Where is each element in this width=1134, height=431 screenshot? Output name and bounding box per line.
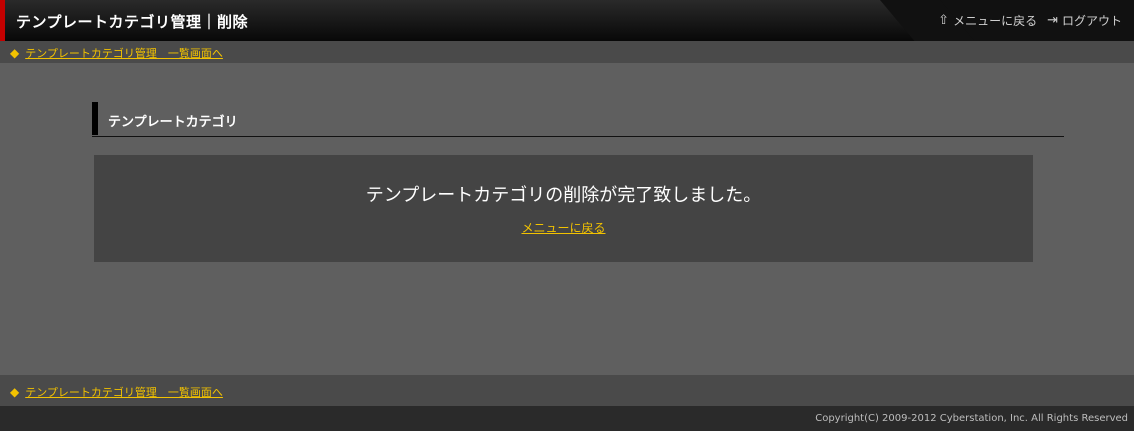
list-screen-link-bottom[interactable]: テンプレートカテゴリ管理 一覧画面へ: [25, 384, 223, 400]
section-heading: テンプレートカテゴリ: [92, 102, 1064, 137]
completion-message: テンプレートカテゴリの削除が完了致しました。: [365, 185, 762, 206]
section-heading-bar: [92, 102, 98, 135]
logout-label: ログアウト: [1061, 14, 1122, 28]
menu-return-link[interactable]: メニューに戻る: [521, 221, 605, 235]
page-title: テンプレートカテゴリ管理｜削除: [16, 13, 249, 31]
export-icon: ⇧: [938, 13, 950, 28]
breadcrumb-top: ◆ テンプレートカテゴリ管理 一覧画面へ: [0, 41, 1134, 63]
header-bar: テンプレートカテゴリ管理｜削除 ⇧ メニューに戻る ⇥ ログアウト: [0, 0, 1134, 41]
arrow-left-icon: ◆: [10, 385, 20, 399]
message-box: テンプレートカテゴリの削除が完了致しました。 メニューに戻る: [94, 155, 1033, 262]
back-link-container: メニューに戻る: [94, 219, 1033, 236]
breadcrumb-bottom: ◆ テンプレートカテゴリ管理 一覧画面へ: [0, 375, 1134, 406]
breadcrumb-bottom-item: ◆ テンプレートカテゴリ管理 一覧画面へ: [10, 384, 223, 400]
logout-icon: ⇥: [1047, 13, 1058, 28]
section-heading-label: テンプレートカテゴリ: [108, 115, 238, 130]
arrow-left-icon: ◆: [10, 46, 20, 60]
copyright-text: Copyright(C) 2009-2012 Cyberstation, Inc…: [815, 413, 1128, 424]
menu-back-link[interactable]: ⇧ メニューに戻る: [938, 12, 1037, 29]
list-screen-link-top[interactable]: テンプレートカテゴリ管理 一覧画面へ: [25, 45, 223, 61]
logout-link[interactable]: ⇥ ログアウト: [1047, 12, 1122, 29]
menu-back-label: メニューに戻る: [953, 14, 1038, 28]
breadcrumb-top-item: ◆ テンプレートカテゴリ管理 一覧画面へ: [10, 45, 223, 61]
header-nav: ⇧ メニューに戻る ⇥ ログアウト: [938, 12, 1122, 29]
footer: Copyright(C) 2009-2012 Cyberstation, Inc…: [0, 406, 1134, 431]
